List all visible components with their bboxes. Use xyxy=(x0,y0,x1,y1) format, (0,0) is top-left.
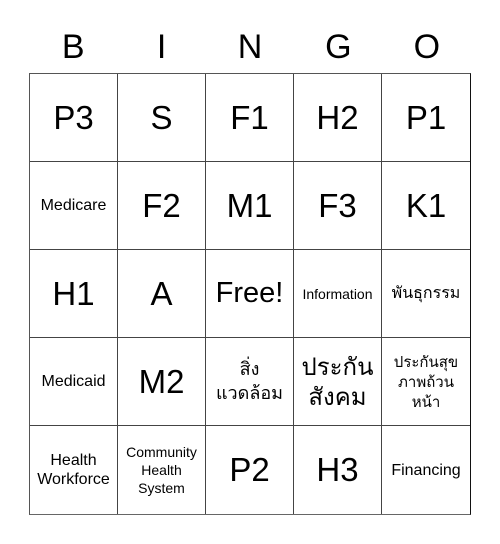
cell-label: H2 xyxy=(316,98,359,136)
cell-label: พันธุกรรม xyxy=(391,283,461,302)
cell-label: Medicare xyxy=(40,197,107,214)
cell-label: M2 xyxy=(138,362,185,400)
bingo-cell[interactable]: H3 xyxy=(294,426,382,514)
bingo-cell[interactable]: F3 xyxy=(294,162,382,250)
bingo-cell[interactable]: Financing xyxy=(382,426,470,514)
bingo-cell[interactable]: ประกันสุข ภาพถ้วน หน้า xyxy=(382,338,470,426)
cell-label: K1 xyxy=(405,186,447,224)
cell-label: M1 xyxy=(226,186,273,224)
bingo-cell[interactable]: M2 xyxy=(118,338,206,426)
bingo-cell[interactable]: A xyxy=(118,250,206,338)
bingo-cell[interactable]: F1 xyxy=(206,74,294,162)
bingo-cell[interactable]: H1 xyxy=(30,250,118,338)
bingo-cell[interactable]: F2 xyxy=(118,162,206,250)
bingo-cell[interactable]: M1 xyxy=(206,162,294,250)
bingo-cell[interactable]: P1 xyxy=(382,74,470,162)
bingo-cell[interactable]: K1 xyxy=(382,162,470,250)
cell-label: Medicaid xyxy=(41,373,106,390)
cell-label: Health Workforce xyxy=(37,452,110,488)
bingo-grid: P3 S F1 H2 P1 Medicare F2 M1 F3 K1 H1 A … xyxy=(29,73,471,515)
cell-label: Community Health System xyxy=(126,444,197,496)
header-letter-g: G xyxy=(325,28,352,66)
header-letter-b: B xyxy=(61,28,85,66)
cell-label: F2 xyxy=(142,186,181,224)
cell-label: S xyxy=(150,98,173,136)
header-letter-i: I xyxy=(156,28,167,66)
cell-label: F1 xyxy=(230,98,269,136)
header-letter-o: O xyxy=(413,28,441,66)
cell-label: H3 xyxy=(316,451,359,488)
cell-label: Financing xyxy=(391,461,461,479)
bingo-cell[interactable]: S xyxy=(118,74,206,162)
header-letter-n: N xyxy=(237,28,263,66)
cell-label: ประกัน สังคม xyxy=(301,352,374,411)
cell-label: P2 xyxy=(229,451,270,488)
cell-label: สิ่ง แวดล้อม xyxy=(215,358,284,404)
free-space-cell[interactable]: Free! xyxy=(206,250,294,338)
cell-label: A xyxy=(150,274,173,312)
bingo-cell[interactable]: H2 xyxy=(294,74,382,162)
bingo-cell[interactable]: P3 xyxy=(30,74,118,162)
bingo-cell[interactable]: Medicaid xyxy=(30,338,118,426)
bingo-cell[interactable]: สิ่ง แวดล้อม xyxy=(206,338,294,426)
bingo-header: B I N G O xyxy=(29,22,471,72)
cell-label: P1 xyxy=(405,98,447,136)
cell-label: Free! xyxy=(215,277,284,309)
bingo-cell[interactable]: Medicare xyxy=(30,162,118,250)
bingo-cell[interactable]: Health Workforce xyxy=(30,426,118,514)
cell-label: ประกันสุข ภาพถ้วน หน้า xyxy=(393,352,459,411)
cell-label: P3 xyxy=(53,98,94,136)
bingo-cell[interactable]: P2 xyxy=(206,426,294,514)
cell-label: Information xyxy=(302,285,373,302)
cell-label: H1 xyxy=(52,274,95,312)
bingo-cell[interactable]: Community Health System xyxy=(118,426,206,514)
bingo-cell[interactable]: Information xyxy=(294,250,382,338)
bingo-cell[interactable]: พันธุกรรม xyxy=(382,250,470,338)
bingo-cell[interactable]: ประกัน สังคม xyxy=(294,338,382,426)
cell-label: F3 xyxy=(318,186,357,224)
